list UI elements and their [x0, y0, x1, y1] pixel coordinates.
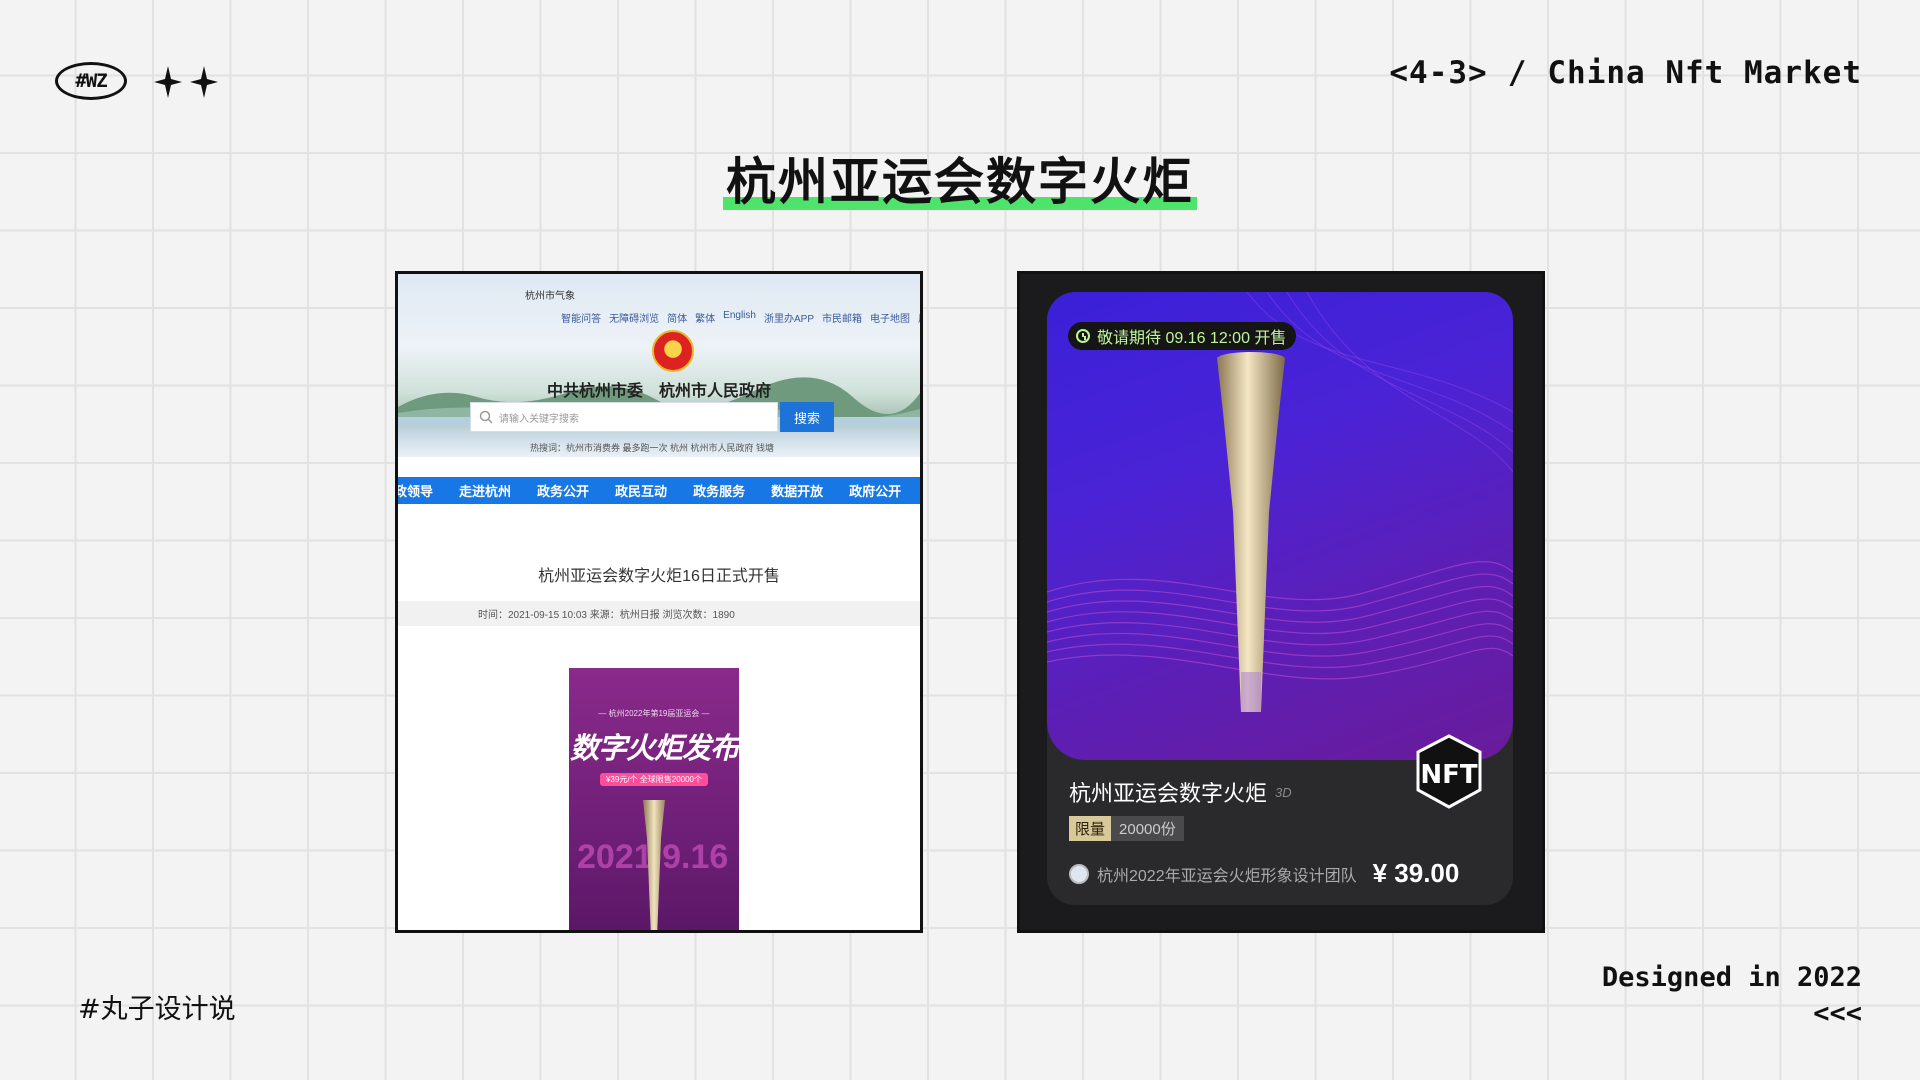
- limit-label: 限量: [1069, 816, 1112, 841]
- clock-icon: [1076, 329, 1090, 343]
- top-nav-item[interactable]: 简体: [667, 310, 687, 325]
- nft-badge-icon: NFT: [1416, 734, 1482, 809]
- page-title: 杭州亚运会数字火炬: [723, 142, 1197, 214]
- national-emblem-icon: [652, 330, 694, 372]
- header-right: <4-3> / China Nft Market: [1389, 55, 1862, 91]
- search-icon: [479, 410, 493, 424]
- gov-main-nav: 政领导 走进杭州 政务公开 政民互动 政务服务 数据开放 政府公开: [398, 477, 920, 504]
- sparkle-icon: [154, 66, 218, 98]
- creator-avatar: [1069, 863, 1089, 884]
- torch-poster-image: — 杭州2022年第19届亚运会 — 数字火炬发布 ¥39元/个 全球限售200…: [569, 668, 739, 930]
- page-index: <4-3>: [1389, 55, 1488, 91]
- hot-search: 热搜词：杭州市消费券 最多跑一次 杭州 杭州市人民政府 钱塘: [530, 443, 775, 453]
- nft-title: 杭州亚运会数字火炬: [1069, 781, 1268, 806]
- nft-app-screenshot: 敬请期待 09.16 12:00 开售 NFT 杭州亚运会数字火炬 3D 限量 …: [1017, 271, 1545, 933]
- top-nav-item[interactable]: English: [723, 310, 756, 325]
- nft-artwork: 敬请期待 09.16 12:00 开售: [1047, 292, 1513, 760]
- creator-row: 杭州2022年亚运会火炬形象设计团队 ¥ 39.00: [1069, 858, 1459, 889]
- gov-header: 杭州市气象 智能问答 无障碍浏览 简体 繁体 English 浙里办APP 市民…: [398, 274, 920, 457]
- poster-title: 数字火炬发布: [569, 733, 739, 765]
- main-nav-item[interactable]: 政府公开: [849, 481, 901, 500]
- article-title: 杭州亚运会数字火炬16日正式开售: [538, 568, 780, 585]
- main-nav-item[interactable]: 政务公开: [537, 481, 589, 500]
- weather-link[interactable]: 杭州市气象: [525, 287, 575, 302]
- torch-icon: [643, 800, 665, 930]
- poster-tag: ¥39元/个 全球限售20000个: [599, 773, 709, 786]
- footer-author: #丸子设计说: [78, 994, 236, 1025]
- countdown-badge: 敬请期待 09.16 12:00 开售: [1068, 322, 1297, 350]
- top-nav-item[interactable]: 用: [918, 310, 920, 325]
- main-nav-item[interactable]: 政领导: [398, 481, 433, 500]
- price: ¥ 39.00: [1372, 858, 1460, 888]
- main-nav-item[interactable]: 数据开放: [771, 481, 823, 500]
- svg-text:NFT: NFT: [1420, 760, 1478, 790]
- series-title: China Nft Market: [1547, 55, 1862, 91]
- nft-card[interactable]: 敬请期待 09.16 12:00 开售 NFT 杭州亚运会数字火炬 3D 限量 …: [1047, 292, 1513, 905]
- brand-logo: #WZ: [55, 62, 127, 100]
- main-nav-item[interactable]: 政民互动: [615, 481, 667, 500]
- search-placeholder: 请输入关键字搜索: [499, 413, 579, 425]
- top-nav-item[interactable]: 智能问答: [561, 310, 601, 325]
- poster-subtitle: — 杭州2022年第19届亚运会 —: [598, 709, 710, 718]
- 3d-icon: 3D: [1275, 784, 1292, 800]
- torch-icon: [1217, 352, 1285, 712]
- limit-count: 20000份: [1111, 816, 1184, 841]
- top-nav-item[interactable]: 电子地图: [870, 310, 910, 325]
- gov-top-nav: 智能问答 无障碍浏览 简体 繁体 English 浙里办APP 市民邮箱 电子地…: [561, 310, 920, 325]
- nft-name: 杭州亚运会数字火炬 3D: [1069, 776, 1292, 808]
- limit-badge: 限量 20000份: [1069, 816, 1184, 841]
- footer-arrows: <<<: [1813, 998, 1862, 1029]
- main-nav-item[interactable]: 政务服务: [693, 481, 745, 500]
- gov-search-button[interactable]: 搜索: [780, 402, 834, 432]
- top-nav-item[interactable]: 繁体: [695, 310, 715, 325]
- main-nav-item[interactable]: 走进杭州: [459, 481, 511, 500]
- countdown-text: 敬请期待 09.16 12:00 开售: [1097, 330, 1287, 347]
- top-nav-item[interactable]: 市民邮箱: [822, 310, 862, 325]
- creator-name[interactable]: 杭州2022年亚运会火炬形象设计团队: [1097, 862, 1357, 886]
- top-nav-item[interactable]: 无障碍浏览: [609, 310, 659, 325]
- article-meta: 时间：2021-09-15 10:03 来源：杭州日报 浏览次数：1890: [398, 601, 920, 626]
- separator: /: [1507, 55, 1528, 91]
- footer-right: Designed in 2022 <<<: [1602, 960, 1862, 1032]
- wave-pattern-image: [1047, 292, 1513, 712]
- top-nav-item[interactable]: 浙里办APP: [764, 310, 814, 325]
- gov-site-screenshot: 杭州市气象 智能问答 无障碍浏览 简体 繁体 English 浙里办APP 市民…: [395, 271, 923, 933]
- gov-name: 中共杭州市委 杭州市人民政府: [546, 381, 771, 400]
- footer-designed: Designed in 2022: [1601, 962, 1862, 993]
- gov-search-input[interactable]: 请输入关键字搜索: [470, 402, 778, 432]
